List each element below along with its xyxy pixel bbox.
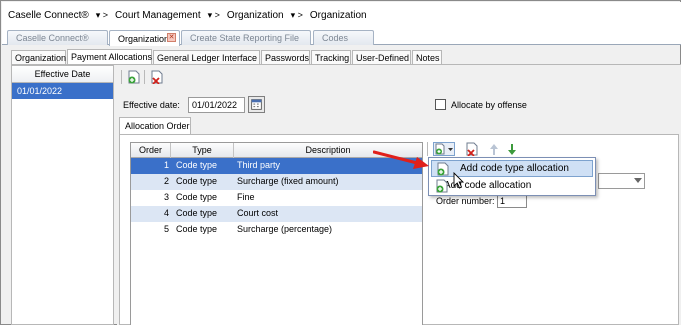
column-header-order[interactable]: Order xyxy=(131,143,171,158)
cell-description: Third party xyxy=(237,160,281,170)
cell-description: Surcharge (percentage) xyxy=(237,224,333,234)
cell-description: Surcharge (fixed amount) xyxy=(237,176,339,186)
cell-type: Code type xyxy=(176,176,218,186)
chevron-down-icon xyxy=(634,178,642,183)
delete-allocation-icon[interactable] xyxy=(465,142,479,156)
mouse-cursor-icon xyxy=(453,172,465,189)
tab-caselle-connect[interactable]: Caselle Connect® xyxy=(7,30,108,45)
payment-allocations-panel: Effective date: 01/01/2022 Allocate by o… xyxy=(117,65,681,325)
tab-create-state-reporting-file[interactable]: Create State Reporting File xyxy=(181,30,311,45)
cell-description: Fine xyxy=(237,192,255,202)
breadcrumb-separator[interactable]: ▾ > xyxy=(96,10,108,21)
tab-label: Create State Reporting File xyxy=(190,33,300,43)
effective-date-label: Effective date: xyxy=(123,100,180,110)
order-number-field[interactable]: 1 xyxy=(497,194,527,208)
subtab-payment-allocations[interactable]: Payment Allocations xyxy=(67,49,152,64)
cell-order: 4 xyxy=(163,208,169,218)
subtab-label: User-Defined xyxy=(356,52,410,63)
subtab-label: General Ledger Interface xyxy=(157,52,258,63)
add-code-type-icon xyxy=(437,162,449,176)
tab-allocation-order[interactable]: Allocation Order xyxy=(119,117,191,135)
toolbar-separator xyxy=(144,70,145,84)
move-down-icon[interactable] xyxy=(507,142,517,156)
cell-type: Code type xyxy=(176,192,218,202)
breadcrumb-separator[interactable]: ▾ > xyxy=(208,10,220,21)
allocate-by-offense-label: Allocate by offense xyxy=(451,100,527,110)
breadcrumb: Caselle Connect® ▾ > Court Management ▾ … xyxy=(2,2,681,29)
subtab-passwords[interactable]: Passwords xyxy=(261,50,310,64)
cell-type: Code type xyxy=(176,160,218,170)
table-row[interactable]: 3 Code type Fine xyxy=(131,190,422,206)
column-header-type[interactable]: Type xyxy=(171,143,234,158)
document-tabs: Caselle Connect® Organization ✕ Create S… xyxy=(2,29,681,46)
add-dropdown-button[interactable] xyxy=(433,142,455,156)
breadcrumb-item-organization-current[interactable]: Organization xyxy=(310,10,367,21)
cell-description: Court cost xyxy=(237,208,279,218)
cell-order: 5 xyxy=(163,224,169,234)
cell-type: Code type xyxy=(176,224,218,234)
move-up-icon[interactable] xyxy=(489,142,499,156)
table-row[interactable]: 5 Code type Surcharge (percentage) xyxy=(131,222,422,238)
cell-type: Code type xyxy=(176,208,218,218)
cell-order: 1 xyxy=(163,160,169,170)
subtab-user-defined[interactable]: User-Defined xyxy=(352,50,411,64)
subtab-label: Payment Allocations xyxy=(71,52,153,62)
effective-date-row[interactable]: 01/01/2022 xyxy=(12,83,113,99)
calendar-icon[interactable] xyxy=(248,96,265,113)
delete-record-icon[interactable] xyxy=(150,70,164,84)
tab-label: Caselle Connect® xyxy=(16,33,89,43)
subtab-label: Organization xyxy=(15,52,67,63)
tab-organization[interactable]: Organization ✕ xyxy=(109,30,180,46)
subtab-organization[interactable]: Organization xyxy=(11,50,66,64)
effective-date-header[interactable]: Effective Date xyxy=(12,66,113,83)
breadcrumb-item-court-management[interactable]: Court Management xyxy=(115,10,201,21)
effective-date-field[interactable]: 01/01/2022 xyxy=(188,97,245,113)
tab-label: Organization xyxy=(118,33,170,44)
menu-item-label: Add code type allocation xyxy=(460,163,569,174)
subtab-label: Passwords xyxy=(265,52,310,63)
order-number-label: Order number: xyxy=(436,196,495,206)
effective-date-list: Effective Date 01/01/2022 xyxy=(11,65,114,325)
annotation-arrow-icon xyxy=(373,150,429,169)
subtab-tracking[interactable]: Tracking xyxy=(311,50,351,64)
application-window: Caselle Connect® ▾ > Court Management ▾ … xyxy=(0,0,681,325)
tab-codes[interactable]: Codes xyxy=(313,30,374,45)
subtab-label: Tracking xyxy=(315,52,350,63)
toolbar-separator xyxy=(121,70,122,84)
allocate-by-offense-checkbox[interactable] xyxy=(435,99,446,110)
cell-order: 3 xyxy=(163,192,169,202)
tab-label: Codes xyxy=(322,33,349,43)
breadcrumb-item-caselle-connect[interactable]: Caselle Connect® xyxy=(8,10,89,21)
close-icon[interactable]: ✕ xyxy=(167,33,176,42)
subtab-notes[interactable]: Notes xyxy=(412,50,442,64)
table-row[interactable]: 4 Code type Court cost xyxy=(131,206,422,222)
breadcrumb-separator[interactable]: ▾ > xyxy=(291,10,303,21)
add-record-icon[interactable] xyxy=(127,70,141,84)
cell-order: 2 xyxy=(163,176,169,186)
table-row[interactable]: 2 Code type Surcharge (fixed amount) xyxy=(131,174,422,190)
subtab-general-ledger-interface[interactable]: General Ledger Interface xyxy=(153,50,260,64)
breadcrumb-item-organization[interactable]: Organization xyxy=(227,10,284,21)
add-code-icon xyxy=(436,179,448,193)
subtab-label: Notes xyxy=(416,52,440,63)
allocation-select[interactable] xyxy=(598,173,645,189)
